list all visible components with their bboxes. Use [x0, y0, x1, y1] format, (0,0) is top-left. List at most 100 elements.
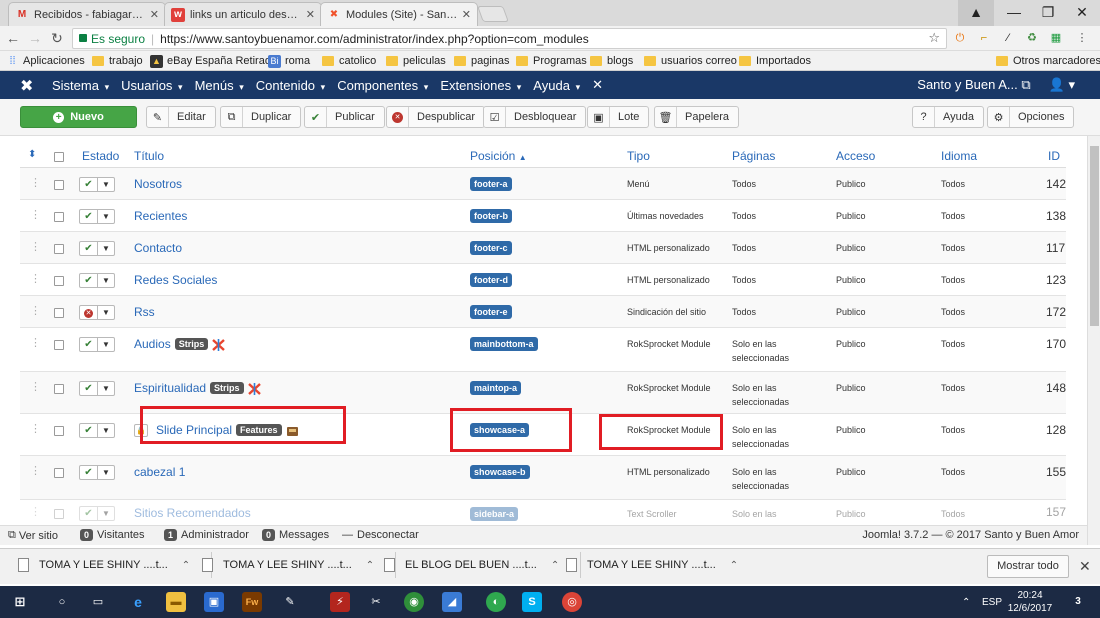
row-checkbox[interactable]	[54, 276, 64, 286]
help-button[interactable]: ? Ayuda	[912, 106, 984, 128]
admin-indicator[interactable]: 1 Administrador	[164, 529, 249, 541]
select-all-checkbox[interactable]	[54, 151, 64, 165]
extension-icon[interactable]: ▦	[1048, 31, 1064, 45]
menu-dots-icon[interactable]: ⋮	[1074, 31, 1090, 45]
skype-icon[interactable]: S	[522, 592, 542, 612]
chevron-up-icon[interactable]: ⌃	[551, 560, 559, 571]
extension-icon[interactable]: ⌐	[976, 31, 992, 45]
status-toggle[interactable]: ✔ ▼	[79, 381, 115, 396]
forward-arrow-icon[interactable]: →	[26, 29, 44, 47]
fireworks-icon[interactable]: Fw	[242, 592, 262, 612]
chevron-up-icon[interactable]: ⌃	[366, 560, 374, 571]
row-checkbox[interactable]	[54, 340, 64, 350]
status-toggle[interactable]: ✔ ▼	[79, 337, 115, 352]
user-profile-icon[interactable]: ▲	[958, 0, 994, 26]
download-item[interactable]: TOMA Y LEE SHINY ....t... ⌃	[18, 552, 213, 578]
windows-start-icon[interactable]: ⊞	[10, 592, 30, 612]
bookmark-folder[interactable]: paginas	[454, 53, 510, 69]
edit-button[interactable]: ✎ Editar	[146, 106, 216, 128]
bookmark-folder[interactable]: usuarios correo	[644, 53, 737, 69]
row-checkbox[interactable]	[54, 384, 64, 394]
module-title-link[interactable]: Contacto	[134, 241, 182, 255]
close-icon[interactable]: ✕	[306, 8, 315, 21]
bookmark-folder[interactable]: catolico	[322, 53, 376, 69]
bookmark-folder[interactable]: peliculas	[386, 53, 446, 69]
menu-usuarios[interactable]: Usuarios ▾	[121, 78, 182, 93]
download-item[interactable]: TOMA Y LEE SHINY ....t... ⌃	[566, 558, 738, 572]
close-window-icon[interactable]: ✕	[1064, 0, 1100, 26]
row-checkbox[interactable]	[54, 468, 64, 478]
module-title-link[interactable]: cabezal 1	[134, 465, 185, 479]
chevron-up-icon[interactable]: ⌃	[182, 560, 190, 571]
new-tab-button[interactable]	[477, 6, 509, 22]
position-badge[interactable]: sidebar-a	[470, 506, 519, 521]
batch-button[interactable]: ▣ Lote	[587, 106, 650, 128]
download-item[interactable]: EL BLOG DEL BUEN ....t... ⌃	[384, 552, 582, 578]
position-badge[interactable]: footer-c	[470, 240, 512, 255]
app-icon[interactable]: ✂	[366, 592, 386, 612]
position-badge[interactable]: footer-a	[470, 176, 512, 191]
bookmark-star-icon[interactable]: ☆	[928, 30, 940, 46]
close-icon[interactable]: ✕	[1079, 558, 1091, 575]
module-title-link[interactable]: Audios Strips	[134, 337, 226, 351]
bookmark-folder[interactable]: trabajo	[92, 53, 143, 69]
row-checkbox[interactable]	[54, 426, 64, 436]
row-checkbox[interactable]	[54, 180, 64, 190]
drag-handle-icon[interactable]: ⋮	[30, 208, 41, 221]
header-title[interactable]: Título	[134, 149, 164, 163]
drag-handle-icon[interactable]: ⋮	[30, 380, 41, 393]
header-language[interactable]: Idioma	[941, 149, 977, 163]
status-toggle[interactable]: ✔ ▼	[79, 506, 115, 521]
bookmark-apps[interactable]: ⁞⁞ Aplicaciones	[6, 53, 84, 69]
header-id[interactable]: ID	[1048, 149, 1060, 163]
bookmark-link[interactable]: ▲ eBay España Retirad	[150, 53, 271, 69]
menu-contenido[interactable]: Contenido ▾	[256, 78, 325, 93]
user-menu-icon[interactable]: 👤 ▾	[1049, 77, 1075, 93]
store-icon[interactable]: ▣	[204, 592, 224, 612]
header-pages[interactable]: Páginas	[732, 149, 775, 163]
new-button[interactable]: + Nuevo	[20, 106, 137, 128]
status-toggle[interactable]: ✔ ▼	[79, 177, 115, 192]
drag-handle-icon[interactable]: ⋮	[30, 176, 41, 189]
position-badge[interactable]: showcase-b	[470, 464, 530, 479]
site-link[interactable]: Santo y Buen A... ⧉	[917, 77, 1030, 93]
menu-componentes[interactable]: Componentes ▾	[337, 78, 428, 93]
system-clock[interactable]: 20:24 12/6/2017	[1003, 589, 1057, 615]
maximize-icon[interactable]: ❐	[1030, 0, 1066, 26]
row-checkbox[interactable]	[54, 308, 64, 318]
language-indicator[interactable]: ESP	[982, 586, 1002, 618]
menu-sistema[interactable]: Sistema ▾	[52, 78, 109, 93]
logout-link[interactable]: — Desconectar	[342, 529, 419, 541]
file-explorer-icon[interactable]: ▬	[166, 592, 186, 612]
module-title-link[interactable]: Espiritualidad Strips	[134, 381, 261, 395]
back-arrow-icon[interactable]: ←	[4, 29, 22, 47]
url-field[interactable]: Es seguro | https://www.santoybuenamor.c…	[72, 28, 947, 49]
tray-chevron-icon[interactable]: ⌃	[962, 586, 970, 618]
minimize-icon[interactable]: —	[996, 0, 1032, 26]
status-toggle-unpublished[interactable]: ✕ ▼	[79, 305, 115, 320]
extension-icon[interactable]: ⁄	[1000, 31, 1016, 45]
bookmark-folder[interactable]: Importados	[739, 53, 811, 69]
unpublish-button[interactable]: ✕ Despublicar	[386, 106, 486, 128]
app-icon[interactable]: ⚡	[330, 592, 350, 612]
module-title-link[interactable]: Sitios Recomendados	[134, 506, 251, 520]
visitors-indicator[interactable]: 0 Visitantes	[80, 529, 145, 541]
module-title-link[interactable]: Recientes	[134, 209, 187, 223]
position-badge[interactable]: footer-b	[470, 208, 512, 223]
scrollbar-thumb[interactable]	[1090, 146, 1099, 326]
edge-icon[interactable]: e	[128, 592, 148, 612]
bookmark-folder[interactable]: Programas	[516, 53, 587, 69]
app-icon[interactable]: ◢	[442, 592, 462, 612]
close-icon[interactable]: ✕	[462, 8, 471, 21]
notifications-icon[interactable]: 3	[1068, 592, 1088, 612]
module-title-link[interactable]: Redes Sociales	[134, 273, 217, 287]
tab-gmail[interactable]: M Recibidos - fabiagarre@... ✕	[8, 2, 166, 26]
app-icon[interactable]: ◐	[486, 592, 506, 612]
drag-handle-icon[interactable]: ⋮	[30, 505, 41, 518]
module-title-link[interactable]: Nosotros	[134, 177, 182, 191]
app-icon[interactable]: ✎	[280, 592, 300, 612]
drag-handle-icon[interactable]: ⋮	[30, 272, 41, 285]
drag-handle-icon[interactable]: ⋮	[30, 240, 41, 253]
view-site-link[interactable]: ⧉ Ver sitio	[8, 529, 58, 542]
tab-modules[interactable]: ✖ Modules (Site) - Santo y... ✕	[320, 2, 478, 26]
